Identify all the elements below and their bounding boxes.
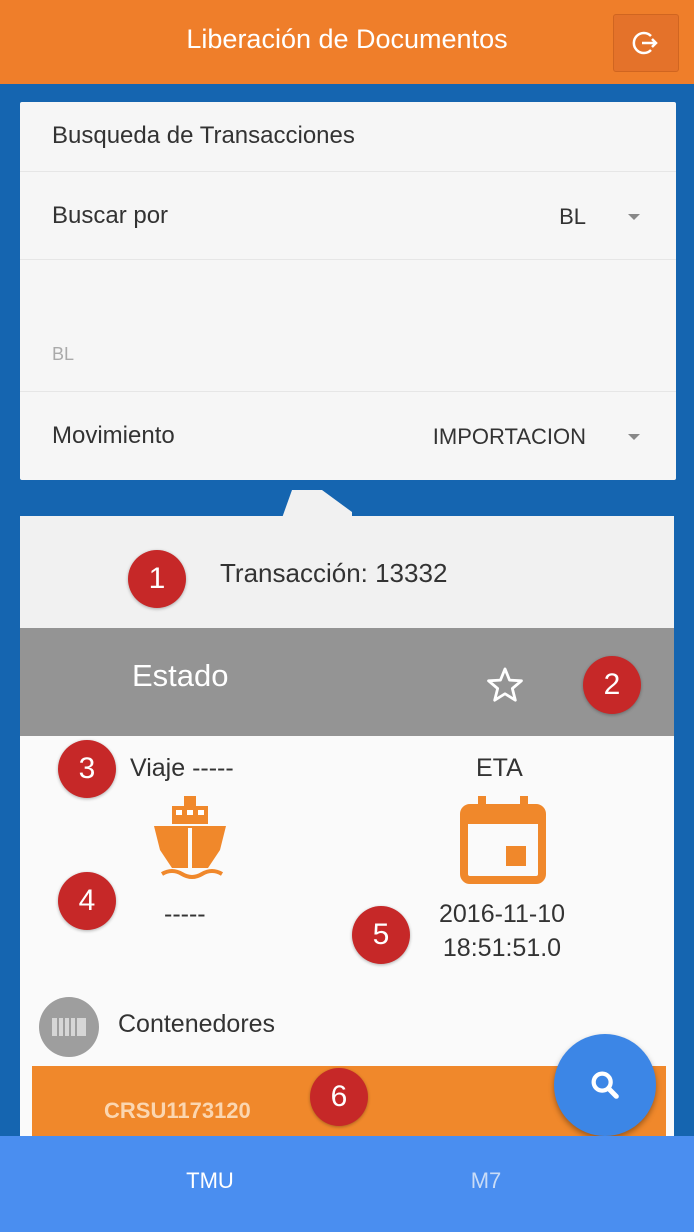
ship-icon bbox=[154, 796, 226, 879]
eta-date: 2016-11-10 bbox=[438, 900, 566, 928]
annotation-badge-5: 5 bbox=[352, 906, 410, 964]
annotation-badge-2: 2 bbox=[583, 656, 641, 714]
bl-input-placeholder: BL bbox=[52, 344, 75, 364]
search-fab[interactable] bbox=[554, 1034, 656, 1136]
annotation-badge-6: 6 bbox=[310, 1068, 368, 1126]
search-title: Busqueda de Transacciones bbox=[52, 122, 355, 149]
contenedores-label: Contenedores bbox=[118, 1010, 276, 1038]
movimiento-label: Movimiento bbox=[52, 422, 175, 449]
search-icon bbox=[591, 1071, 619, 1099]
transaction-row[interactable]: Transacción: 13332 bbox=[20, 516, 674, 628]
search-title-row: Busqueda de Transacciones bbox=[20, 102, 676, 172]
estado-label: Estado bbox=[132, 658, 229, 693]
container-id: CRSU1173120 bbox=[104, 1098, 251, 1123]
logout-icon bbox=[632, 31, 658, 55]
movimiento-value: IMPORTACION bbox=[432, 424, 586, 449]
chevron-down-icon bbox=[628, 434, 640, 440]
container-icon bbox=[39, 997, 99, 1057]
page-title: Liberación de Documentos bbox=[186, 24, 508, 54]
tab-tmu[interactable]: TMU bbox=[110, 1168, 310, 1194]
bl-input[interactable]: BL bbox=[20, 260, 676, 392]
annotation-badge-4: 4 bbox=[58, 872, 116, 930]
calendar-icon bbox=[460, 796, 546, 884]
buscar-por-select[interactable]: Buscar por BL bbox=[20, 172, 676, 260]
eta-time: 18:51:51.0 bbox=[442, 934, 562, 962]
app-header: Liberación de Documentos bbox=[0, 0, 694, 84]
buscar-por-label: Buscar por bbox=[52, 202, 169, 229]
chevron-down-icon bbox=[628, 214, 640, 220]
logout-button[interactable] bbox=[613, 14, 679, 72]
viaje-label: Viaje ----- bbox=[130, 754, 234, 782]
estado-bar: Estado bbox=[20, 628, 674, 736]
annotation-badge-1: 1 bbox=[128, 550, 186, 608]
buscar-por-value: BL bbox=[559, 204, 586, 229]
movimiento-select[interactable]: Movimiento IMPORTACION bbox=[20, 392, 676, 480]
search-card: Busqueda de Transacciones Buscar por BL … bbox=[20, 102, 676, 480]
bottom-nav: TMU M7 bbox=[0, 1136, 694, 1232]
transaction-number: Transacción: 13332 bbox=[220, 558, 448, 588]
eta-label: ETA bbox=[476, 754, 523, 782]
star-icon[interactable] bbox=[484, 664, 526, 706]
tab-m7[interactable]: M7 bbox=[386, 1168, 586, 1194]
annotation-badge-3: 3 bbox=[58, 740, 116, 798]
ship-value: ----- bbox=[164, 900, 206, 928]
